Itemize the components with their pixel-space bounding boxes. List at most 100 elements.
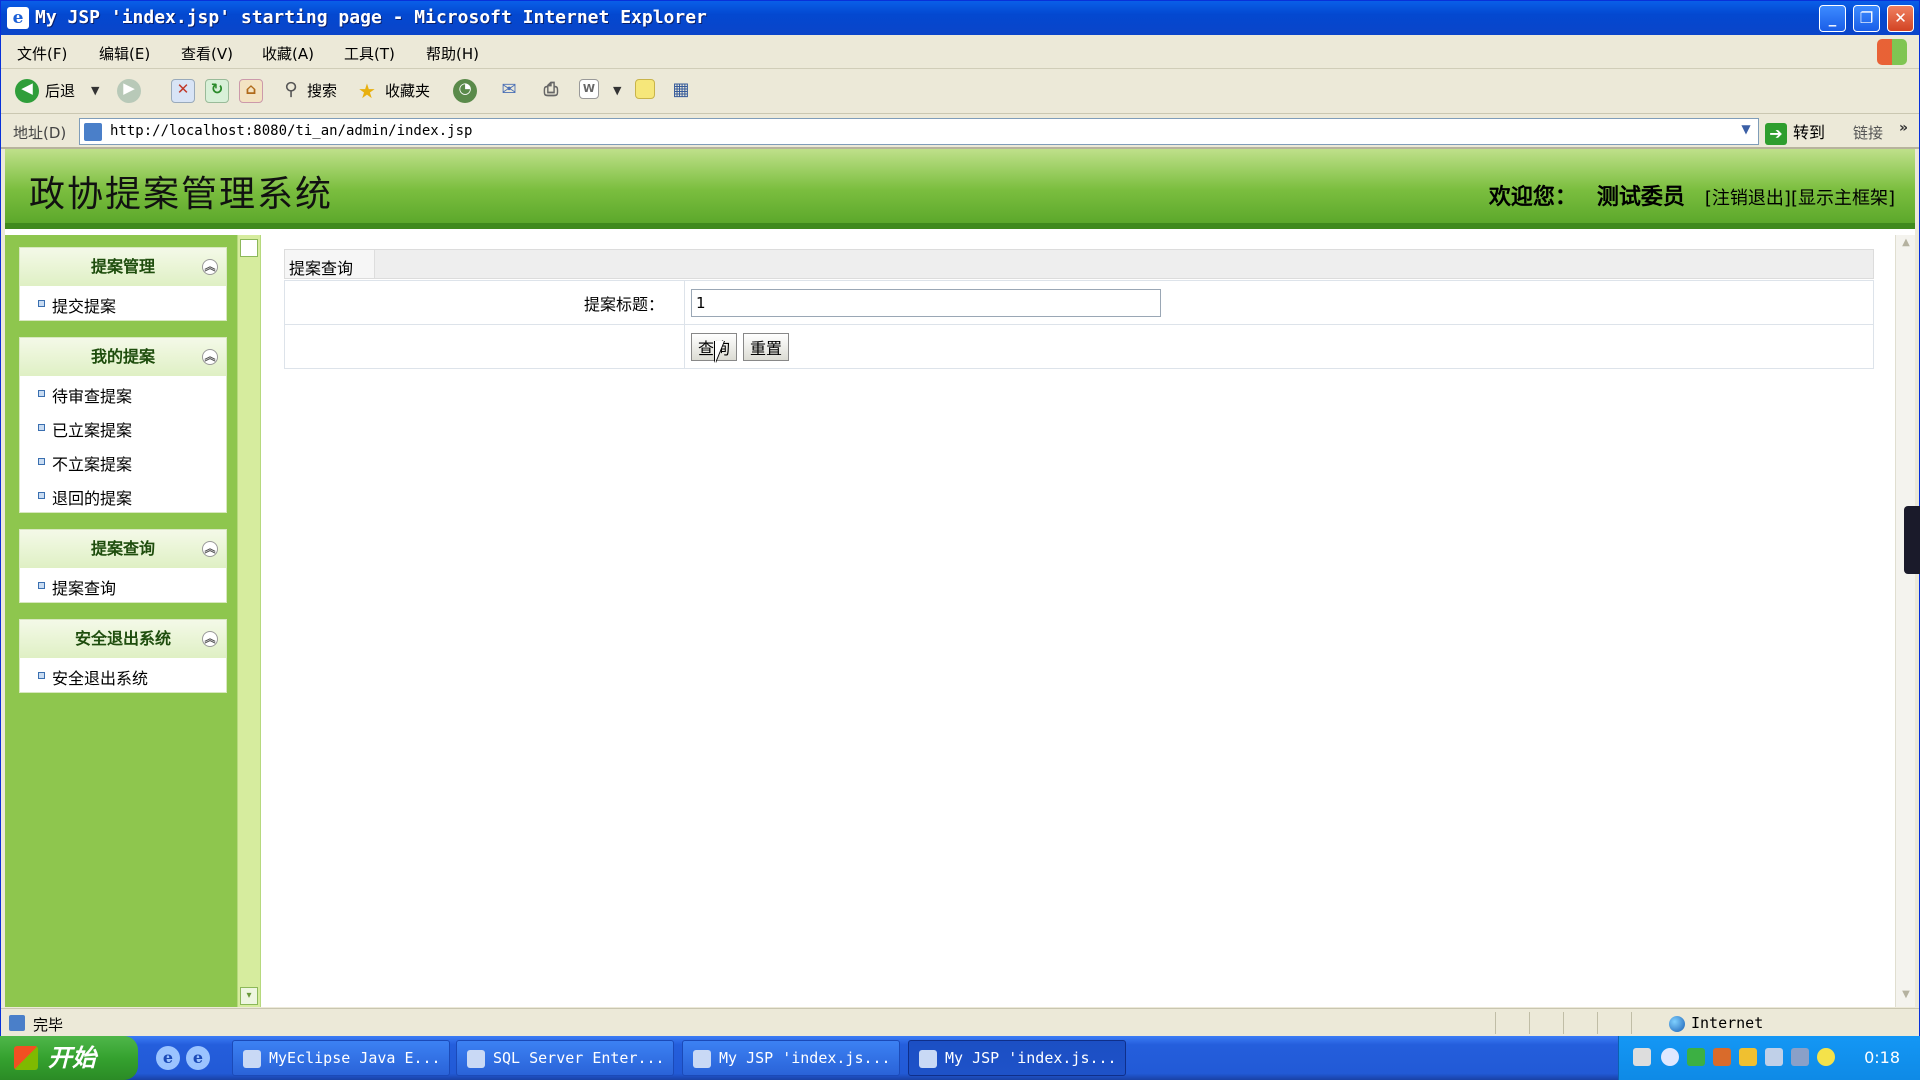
sidebar-group-header[interactable]: 安全退出系统 ︽ <box>20 620 226 658</box>
sidebar-item-returned[interactable]: 退回的提案 <box>20 478 226 512</box>
task-label: MyEclipse Java E... <box>269 1049 441 1067</box>
address-url[interactable]: http://localhost:8080/ti_an/admin/index.… <box>110 123 472 139</box>
sidebar-item-submit-proposal[interactable]: 提交提案 <box>20 286 226 320</box>
collapse-icon[interactable]: ︽ <box>202 259 218 275</box>
collapse-icon[interactable]: ︽ <box>202 541 218 557</box>
splitter-top-button[interactable] <box>240 239 258 257</box>
menu-favorites[interactable]: 收藏(A) <box>262 43 314 64</box>
chevron-left-icon[interactable] <box>1661 1048 1679 1066</box>
title-input-cell <box>684 280 1874 325</box>
start-button[interactable]: 开始 <box>0 1036 138 1080</box>
tray-app-icon[interactable] <box>1687 1048 1705 1066</box>
reset-button[interactable]: 重置 <box>743 332 790 361</box>
bullet-icon <box>38 424 45 431</box>
sidebar-item-filed[interactable]: 已立案提案 <box>20 410 226 444</box>
sidebar-group-header[interactable]: 我的提案 ︽ <box>20 338 226 376</box>
keyboard-icon[interactable] <box>1633 1048 1651 1066</box>
vertical-scrollbar[interactable]: ▲ ▼ <box>1895 235 1915 1007</box>
taskbar-item-ie-2[interactable]: My JSP 'index.js... <box>908 1040 1126 1076</box>
splitter-bottom-button[interactable]: ▾ <box>240 987 258 1005</box>
menu-edit[interactable]: 编辑(E) <box>99 43 150 64</box>
bullet-icon <box>38 458 45 465</box>
search-button[interactable]: 搜索 <box>307 80 337 101</box>
stop-icon[interactable]: ✕ <box>171 79 195 103</box>
go-button[interactable]: ➔ 转到 <box>1765 119 1825 145</box>
bullet-icon <box>38 672 45 679</box>
status-divider <box>1529 1012 1530 1034</box>
scroll-down-icon[interactable]: ▼ <box>1898 989 1914 1005</box>
menu-bar: 文件(F) 编辑(E) 查看(V) 收藏(A) 工具(T) 帮助(H) <box>1 35 1919 69</box>
menu-file[interactable]: 文件(F) <box>17 43 67 64</box>
ie-quicklaunch-icon[interactable]: e <box>156 1046 180 1070</box>
address-input[interactable]: http://localhost:8080/ti_an/admin/index.… <box>79 118 1759 145</box>
status-divider <box>1597 1012 1598 1034</box>
collapse-icon[interactable]: ︽ <box>202 349 218 365</box>
ie-logo-icon: e <box>7 7 29 29</box>
bullet-icon <box>38 390 45 397</box>
sidebar-group-header[interactable]: 提案查询 ︽ <box>20 530 226 568</box>
query-form: 提案标题： 查询重置 <box>284 280 1874 369</box>
back-button[interactable]: 后退 <box>45 80 75 101</box>
back-arrow-icon[interactable]: ◀ <box>15 79 39 103</box>
close-button[interactable]: ✕ <box>1887 5 1914 32</box>
form-row: 提案标题： <box>284 280 1874 325</box>
ie-quicklaunch-icon[interactable]: e <box>186 1046 210 1070</box>
button-cell: 查询 重置 <box>684 324 1874 369</box>
sidebar-group-header[interactable]: 提案管理 ︽ <box>20 248 226 286</box>
history-icon[interactable]: ◔ <box>453 79 477 103</box>
security-zone: Internet <box>1669 1014 1763 1032</box>
tray-app-icon[interactable] <box>1817 1048 1835 1066</box>
search-icon[interactable]: ⚲ <box>279 79 303 103</box>
sidebar-item-query[interactable]: 提案查询 <box>20 568 226 602</box>
links-button[interactable]: 链接 <box>1853 122 1883 143</box>
tray-app-icon[interactable] <box>1765 1048 1783 1066</box>
research-icon[interactable]: ▦ <box>669 79 693 103</box>
menu-tools[interactable]: 工具(T) <box>344 43 395 64</box>
edit-dropdown-icon[interactable]: ▼ <box>613 84 621 97</box>
sidebar-item-safe-exit[interactable]: 安全退出系统 <box>20 658 226 692</box>
logout-link[interactable]: [注销退出] <box>1705 188 1791 209</box>
edit-icon[interactable]: W <box>579 79 599 99</box>
ie-window: e My JSP 'index.jsp' starting page - Mic… <box>0 0 1920 1036</box>
page-icon <box>84 123 102 141</box>
title-bar[interactable]: e My JSP 'index.jsp' starting page - Mic… <box>1 1 1919 35</box>
tray-app-icon[interactable] <box>1739 1048 1757 1066</box>
restore-button[interactable]: ❐ <box>1853 5 1880 32</box>
form-row: 查询 重置 <box>284 324 1874 369</box>
address-dropdown-icon[interactable]: ▼ <box>1737 122 1755 141</box>
collapse-icon[interactable]: ︽ <box>202 631 218 647</box>
tray-app-icon[interactable] <box>1713 1048 1731 1066</box>
system-tray: 0:18 <box>1618 1036 1920 1080</box>
forward-arrow-icon[interactable]: ▶ <box>117 79 141 103</box>
favorites-button[interactable]: 收藏夹 <box>385 80 430 101</box>
scroll-up-icon[interactable]: ▲ <box>1898 237 1914 253</box>
side-dock-handle[interactable] <box>1904 506 1920 574</box>
print-icon[interactable]: ⎙ <box>539 79 563 103</box>
chevron-right-icon[interactable]: » <box>1899 120 1908 136</box>
menu-help[interactable]: 帮助(H) <box>426 43 479 64</box>
sidebar-item-label: 提交提案 <box>52 297 117 316</box>
discuss-icon[interactable] <box>635 79 655 99</box>
sidebar-item-not-filed[interactable]: 不立案提案 <box>20 444 226 478</box>
star-icon[interactable]: ★ <box>355 79 379 103</box>
sidebar-group-title: 提案管理 <box>90 257 155 276</box>
sidebar-group-proposal-management: 提案管理 ︽ 提交提案 <box>19 247 227 321</box>
frame-splitter[interactable]: ▾ <box>237 235 261 1007</box>
refresh-icon[interactable]: ↻ <box>205 79 229 103</box>
mail-icon[interactable]: ✉ <box>497 79 521 103</box>
title-input[interactable] <box>691 288 1161 317</box>
minimize-button[interactable]: _ <box>1819 5 1846 32</box>
go-label: 转到 <box>1793 123 1826 142</box>
show-frame-link[interactable]: [显示主框架] <box>1791 188 1895 209</box>
clock[interactable]: 0:18 <box>1864 1048 1900 1067</box>
app-icon <box>693 1050 711 1068</box>
taskbar-item-myeclipse[interactable]: MyEclipse Java E... <box>232 1040 450 1076</box>
menu-view[interactable]: 查看(V) <box>181 43 233 64</box>
taskbar-item-sqlserver[interactable]: SQL Server Enter... <box>456 1040 674 1076</box>
home-icon[interactable]: ⌂ <box>239 79 263 103</box>
taskbar-item-ie-1[interactable]: My JSP 'index.js... <box>682 1040 900 1076</box>
network-icon[interactable] <box>1791 1048 1809 1066</box>
sidebar-item-pending-review[interactable]: 待审查提案 <box>20 376 226 410</box>
bullet-icon <box>38 492 45 499</box>
back-dropdown-icon[interactable]: ▼ <box>91 84 99 97</box>
